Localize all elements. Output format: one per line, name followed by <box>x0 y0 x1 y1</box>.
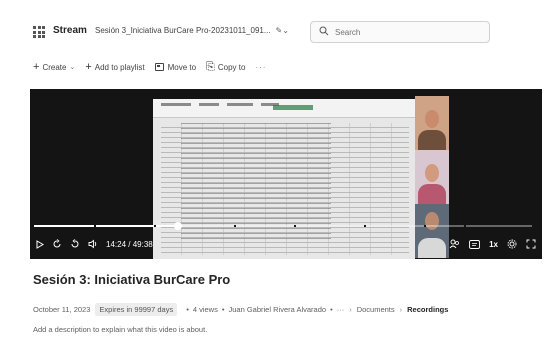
participant-video-1 <box>415 96 449 150</box>
video-player[interactable]: 14:24 / 49:38 1x <box>30 89 542 259</box>
copy-to-button[interactable]: ⎘ Copy to <box>206 61 246 73</box>
file-title-text: Sesión 3_Iniciativa BurCare Pro-20231011… <box>95 26 271 35</box>
video-title: Sesión 3: Iniciativa BurCare Pro <box>33 272 231 287</box>
breadcrumb-documents[interactable]: Documents <box>357 305 395 314</box>
waffle-icon[interactable] <box>33 26 45 38</box>
edit-icon[interactable]: ✎⌄ <box>276 26 289 35</box>
chevron-down-icon: ⌄ <box>69 64 76 71</box>
search-icon <box>319 26 329 36</box>
file-title[interactable]: Sesión 3_Iniciativa BurCare Pro-20231011… <box>95 26 289 35</box>
captions-icon[interactable] <box>469 239 481 249</box>
breadcrumb-recordings[interactable]: Recordings <box>407 305 448 314</box>
search-placeholder: Search <box>335 28 361 37</box>
expiry-badge[interactable]: Expires in 99997 days <box>95 302 178 316</box>
search-input[interactable]: Search <box>310 21 490 43</box>
chevron-right-icon: › <box>349 304 352 314</box>
move-to-label: Move to <box>167 62 197 72</box>
create-label: Create <box>42 62 67 72</box>
video-date: October 11, 2023 <box>33 304 91 314</box>
plus-icon: + <box>85 61 92 73</box>
copy-to-label: Copy to <box>217 62 246 72</box>
participants-icon[interactable] <box>449 239 460 249</box>
add-to-playlist-label: Add to playlist <box>94 62 145 72</box>
volume-icon[interactable] <box>88 239 98 249</box>
rewind-10-icon[interactable] <box>52 239 62 249</box>
play-icon[interactable] <box>36 239 44 249</box>
app-name[interactable]: Stream <box>53 25 87 36</box>
plus-icon: + <box>33 61 40 73</box>
more-options-button[interactable]: ··· <box>255 63 266 72</box>
spreadsheet-header-bar <box>273 105 313 110</box>
chapter-markers <box>34 225 532 227</box>
player-controls-left: 14:24 / 49:38 <box>36 237 153 251</box>
video-metadata: October 11, 2023 Expires in 99997 days •… <box>33 302 449 316</box>
playback-speed-button[interactable]: 1x <box>489 240 498 249</box>
fullscreen-icon[interactable] <box>526 239 536 249</box>
time-display: 14:24 / 49:38 <box>106 239 153 249</box>
breadcrumb-more[interactable]: ··· <box>337 305 345 314</box>
progress-bar[interactable] <box>34 222 532 230</box>
create-button[interactable]: + Create ⌄ <box>33 61 76 73</box>
description-field[interactable]: Add a description to explain what this v… <box>33 325 207 334</box>
settings-icon[interactable] <box>507 239 517 249</box>
move-icon <box>154 63 164 71</box>
shared-screen-spreadsheet <box>153 99 415 259</box>
command-toolbar: + Create ⌄ + Add to playlist Move to ⎘ C… <box>33 60 276 74</box>
participant-video-2 <box>415 150 449 204</box>
forward-10-icon[interactable] <box>70 239 80 249</box>
player-controls-right: 1x <box>440 237 536 251</box>
chevron-right-icon: › <box>399 304 403 314</box>
move-to-button[interactable]: Move to <box>154 62 197 72</box>
add-to-playlist-button[interactable]: + Add to playlist <box>85 61 145 73</box>
copy-icon: ⎘ <box>206 61 215 73</box>
view-count: 4 views <box>192 304 218 314</box>
top-bar: Stream Sesión 3_Iniciativa BurCare Pro-2… <box>0 0 552 52</box>
owner-name[interactable]: Juan Gabriel Rivera Alvarado <box>229 305 327 314</box>
